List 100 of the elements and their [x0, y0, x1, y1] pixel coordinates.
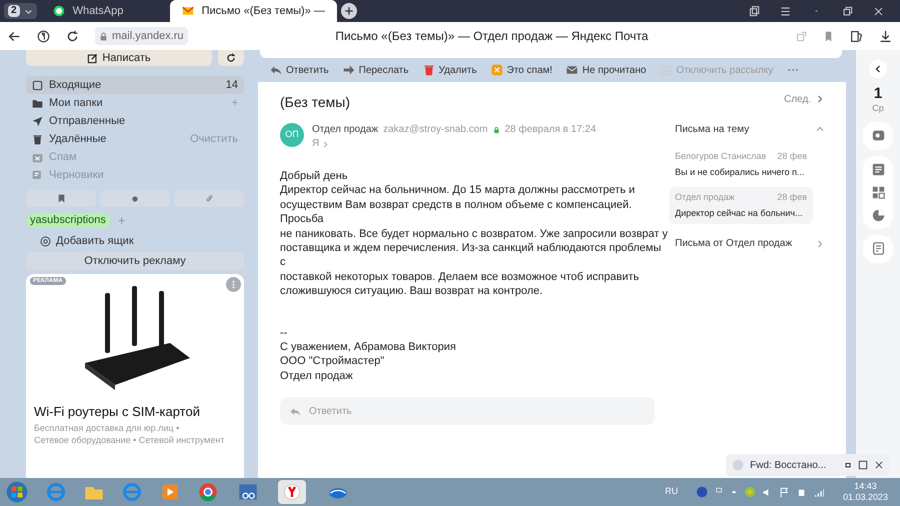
body-line: Добрый день: [280, 169, 348, 184]
folder-item[interactable]: Входящие 14: [26, 76, 244, 94]
thread-item[interactable]: Отдел продаж 28 фев Директор сейчас на больнич...: [669, 187, 813, 224]
spam-icon: [32, 152, 43, 162]
lock-icon: [492, 126, 500, 134]
trash-icon: [32, 134, 43, 144]
body-line: осуществим Вам возврат средств в полном объеме с компенсацией.: [280, 198, 632, 212]
bookmark-filter-button[interactable]: [26, 190, 96, 207]
close-icon: [874, 460, 884, 470]
calendar-weekday: Ср: [872, 102, 884, 115]
spam-icon: [490, 64, 503, 76]
body-line: не паниковать. Все будет нормально с возвратом. Уже запросили возврат у: [280, 226, 668, 242]
tab-counter-button[interactable]: 2: [4, 3, 37, 19]
body-line: сложившуюся ситуацию. Ваш возврат на контроле.: [280, 284, 543, 299]
signature-line: С уважением, Абрамова Виктория: [280, 340, 456, 354]
unread-count: 14: [226, 78, 238, 93]
lock-icon: [99, 32, 108, 40]
refresh-icon: [226, 53, 236, 63]
envelope-icon: [182, 5, 194, 17]
plus-icon: [344, 6, 354, 16]
tab-count: 2: [8, 5, 20, 17]
body-line: с: [280, 255, 286, 270]
calendar-day[interactable]: 1: [874, 86, 882, 102]
pie-chart-icon: [872, 208, 884, 222]
message-subject: (Без темы): [280, 93, 352, 112]
sender-avatar: ОП: [280, 123, 304, 147]
share-icon: [796, 30, 807, 42]
signature-line: --: [280, 326, 288, 340]
chat-bubble-icon: [52, 5, 65, 17]
add-mailbox-link[interactable]: Добавить ящик: [56, 232, 134, 250]
video-camera-icon: [872, 129, 884, 142]
signal-bars-icon: [812, 486, 825, 498]
trash-icon: [422, 64, 435, 76]
grid-icon: [872, 186, 884, 198]
folder-item[interactable]: Мои папки +: [26, 94, 244, 112]
ad-text: Бесплатная доставка для юр.лиц •: [34, 422, 180, 434]
restore-icon: [842, 6, 853, 16]
thread-item[interactable]: Белогуров Станислав 28 фев Вы и не собирались ничего п...: [669, 146, 813, 183]
y-logo-icon: [284, 484, 300, 500]
toolbar-button[interactable]: Удалить: [422, 62, 477, 78]
maximize-icon: [858, 460, 868, 470]
browser-e-icon: [122, 482, 142, 502]
toolbar-button[interactable]: Это спам!: [490, 62, 552, 78]
compose-button[interactable]: Написать: [26, 50, 212, 66]
signature-line: Отдел продаж: [280, 368, 353, 384]
inbox-icon: [32, 80, 43, 90]
sender-email: zakaz@stroy-snab.com: [383, 123, 488, 137]
yandex-browser-button[interactable]: [278, 480, 306, 504]
flag-icon: [778, 486, 790, 498]
message-date: 28 февраля в 17:24: [504, 123, 596, 137]
dot-icon: [132, 196, 138, 202]
chevron-right-icon: [816, 240, 824, 248]
signature-line: ООО "Строймастер": [280, 354, 384, 369]
collapse-button[interactable]: [869, 60, 887, 78]
telemost-button[interactable]: [863, 122, 893, 150]
sender-name[interactable]: Отдел продаж: [312, 123, 378, 137]
menu-icon: [780, 6, 791, 16]
reply-arrow-icon: [290, 406, 301, 417]
chevron-right-icon: [322, 140, 330, 148]
toolbar-button[interactable]: Переслать: [342, 62, 409, 78]
document-button[interactable]: [863, 234, 893, 262]
url-field[interactable]: mail.yandex.ru: [95, 27, 188, 45]
media-player-icon: [160, 482, 180, 502]
paper-plane-icon: [32, 116, 43, 126]
label-tag[interactable]: yasubscriptions: [26, 213, 110, 228]
refresh-button[interactable]: [218, 50, 244, 66]
toolbar-button[interactable]: Не прочитано: [566, 62, 646, 78]
forward-arrow-icon: [342, 64, 355, 76]
at-sign-icon: [40, 236, 51, 246]
chevron-up-icon: [816, 125, 824, 133]
download-icon: [879, 30, 892, 42]
notification-popup[interactable]: Fwd: Восстано...: [726, 454, 890, 476]
toolbar-button[interactable]: Ответить: [270, 62, 329, 78]
notification-title: Fwd: Восстано...: [750, 458, 828, 472]
collections-icon: [850, 30, 863, 42]
body-line: поставкой некоторых товаров. Делаем все возможное чтоб исправить: [280, 270, 640, 284]
browser-tab[interactable]: WhatsApp: [40, 0, 166, 22]
reply-arrow-icon: [270, 64, 282, 76]
folder-item[interactable]: Отправленные: [26, 112, 244, 130]
bookmark-icon: [56, 194, 66, 203]
chrome-icon: [198, 482, 218, 502]
sender-messages-link[interactable]: Письма от Отдел продаж: [675, 236, 792, 251]
plus-circle-icon: [744, 486, 756, 498]
thread-header[interactable]: Письма на тему: [675, 122, 834, 136]
draft-icon: [32, 170, 43, 180]
page-title: Письмо «(Без темы)» — Отдел продаж — Яндекс Почта: [334, 28, 650, 45]
tray-arrow-icon: [730, 488, 738, 496]
folder-item[interactable]: Удалённые Очистить: [26, 130, 244, 148]
bookmark-icon: [823, 30, 834, 42]
camera-icon: [660, 64, 672, 76]
ad-text: Сетевое оборудование • Сетевой инструмент: [34, 434, 224, 446]
next-message-link[interactable]: След.: [784, 92, 811, 106]
new-tab-button[interactable]: [340, 3, 357, 19]
small-square-icon: [844, 461, 852, 469]
browser-tab[interactable]: Письмо «(Без темы)» —: [170, 0, 337, 22]
notes-icon: [872, 162, 884, 176]
disable-ads-button[interactable]: Отключить рекламу: [26, 252, 244, 270]
document-icon: [872, 242, 884, 255]
reload-icon: [66, 30, 79, 42]
envelope-icon: [566, 64, 578, 76]
